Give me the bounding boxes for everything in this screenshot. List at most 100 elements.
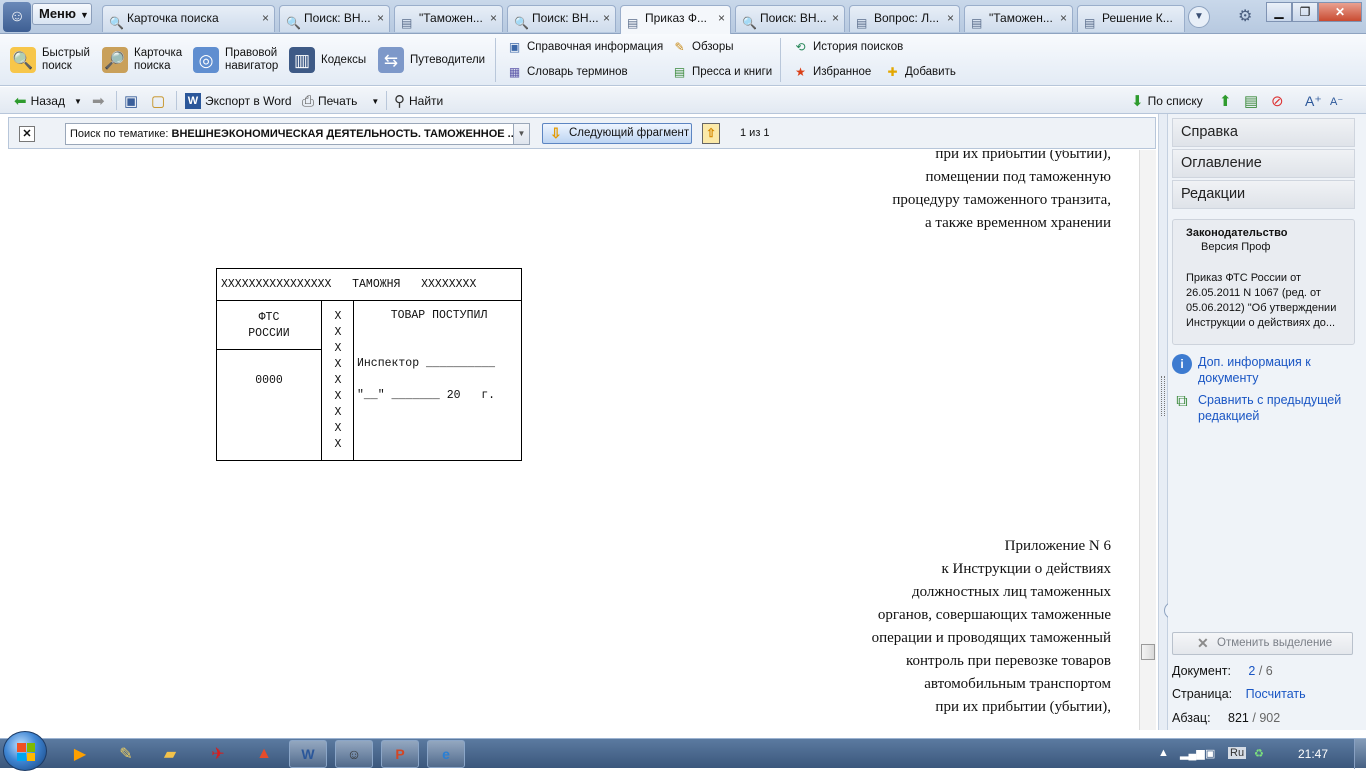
search-query-value: ВНЕШНЕЭКОНОМИЧЕСКАЯ ДЕЯТЕЛЬНОСТЬ. ТАМОЖЕ… (171, 128, 517, 140)
toolbar-divider (116, 91, 117, 110)
editions-button[interactable]: Редакции (1172, 180, 1355, 209)
dictionary-label: Словарь терминов (527, 66, 628, 78)
settings-icon[interactable]: ⚙ (1238, 6, 1252, 26)
document-scrollbar[interactable] (1139, 150, 1156, 730)
go-up-button[interactable]: ⬆ (1219, 91, 1232, 111)
acrobat-icon[interactable]: ▲ (252, 741, 276, 767)
recycle-icon[interactable]: ♻ (1254, 747, 1264, 760)
clock[interactable]: 21:47 (1298, 747, 1328, 761)
close-window-button[interactable]: ✕ (1318, 2, 1362, 22)
media-player-icon[interactable]: ▶ (68, 741, 92, 767)
search-query-combo[interactable]: Поиск по тематике: ВНЕШНЕЭКОНОМИЧЕСКАЯ Д… (65, 123, 530, 145)
explorer-icon[interactable]: ▰ (158, 741, 182, 767)
splitter-grip[interactable] (1161, 376, 1165, 416)
menu-button[interactable]: Меню ▼ (32, 3, 92, 25)
device-icon[interactable]: ▣ (1205, 747, 1215, 760)
add-bookmark-button[interactable]: ▤ (1244, 91, 1258, 111)
tab-label: Поиск: ВН... (760, 11, 827, 25)
by-list-button[interactable]: ⬇ По списку (1131, 91, 1203, 111)
toolbar-divider (176, 91, 177, 110)
network-icon[interactable]: ▂▄▆ (1180, 747, 1205, 760)
close-icon[interactable]: × (718, 6, 725, 30)
previous-fragment-button[interactable]: ⇧ (702, 123, 720, 144)
legal-navigator-button[interactable]: ◎ Правовой навигатор (193, 44, 283, 76)
language-indicator[interactable]: Ru (1228, 747, 1247, 759)
font-increase-button[interactable]: A⁺ (1305, 91, 1322, 111)
word-taskbar-icon[interactable]: W (289, 740, 327, 768)
tab-label: "Таможен... (419, 11, 483, 25)
tab-document-2[interactable]: ▤ "Таможен... × (964, 5, 1073, 32)
dictionary-icon: ▦ (508, 65, 521, 79)
back-button[interactable]: ⬅ Назад ▼ (14, 91, 82, 111)
help-button[interactable]: Справка (1172, 118, 1355, 147)
tab-search-card[interactable]: 🔍 Карточка поиска × (102, 5, 275, 32)
maximize-button[interactable]: ❐ (1292, 2, 1318, 22)
search-history-button[interactable]: ⟲ История поисков (793, 38, 903, 56)
tab-document-active[interactable]: ▤ Приказ Ф... × (620, 5, 731, 34)
remove-mark-button[interactable]: ⊘ (1271, 91, 1284, 111)
guides-button[interactable]: ⇆ Путеводители (378, 44, 485, 76)
save-button[interactable]: ▣ (124, 91, 138, 111)
next-fragment-button[interactable]: ⇩ Следующий фрагмент (542, 123, 692, 144)
reset-selection-button[interactable]: ✕ Отменить выделение (1172, 632, 1353, 655)
close-icon[interactable]: × (947, 6, 954, 30)
tray-expand-icon[interactable]: ▲ (1158, 747, 1169, 759)
legal-navigator-label: Правовой навигатор (225, 47, 279, 72)
reviews-button[interactable]: ✎ Обзоры (672, 38, 733, 56)
print-button[interactable]: ⎙ Печать ▼ (302, 91, 379, 111)
forward-button[interactable]: ➡ (92, 91, 105, 111)
quick-search-button[interactable]: 🔍 Быстрый поиск (10, 44, 92, 76)
contents-button[interactable]: Оглавление (1172, 149, 1355, 178)
doc-text-line: должностных лиц таможенных (911, 584, 1111, 600)
tab-search-1[interactable]: 🔍 Поиск: ВН... × (279, 5, 390, 32)
powerpoint-taskbar-icon[interactable]: P (381, 740, 419, 768)
copy-folder-button[interactable]: ▢ (151, 91, 165, 111)
minimize-button[interactable]: ▁ (1266, 2, 1292, 22)
favorites-label: Избранное (813, 66, 872, 78)
tools-icon[interactable]: ✎ (114, 741, 138, 767)
toolbar-divider (780, 38, 781, 82)
tab-search-3[interactable]: 🔍 Поиск: ВН... × (735, 5, 845, 32)
tab-label: Вопрос: Л... (874, 11, 940, 25)
search-query-dropdown[interactable]: ▼ (513, 124, 529, 144)
tab-question[interactable]: ▤ Вопрос: Л... × (849, 5, 960, 32)
codes-label: Кодексы (321, 53, 367, 66)
page-position: Страница: Посчитать (1172, 687, 1306, 701)
count-pages-link[interactable]: Посчитать (1246, 687, 1306, 701)
panel-splitter[interactable] (1158, 114, 1168, 730)
close-icon[interactable]: × (262, 6, 269, 30)
font-decrease-button[interactable]: A⁻ (1330, 91, 1343, 111)
add-favorite-button[interactable]: ✚ Добавить (885, 63, 955, 81)
find-button[interactable]: ⚲ Найти (394, 91, 443, 111)
start-button[interactable] (3, 731, 47, 771)
close-icon[interactable]: × (490, 6, 497, 30)
search-card-button[interactable]: 🔎 Карточка поиска (102, 44, 188, 76)
pdf-reader-icon[interactable]: ✈ (206, 741, 230, 767)
codes-button[interactable]: ▥ Кодексы (289, 44, 366, 76)
press-books-button[interactable]: ▤ Пресса и книги (672, 63, 772, 81)
show-desktop-button[interactable] (1354, 739, 1366, 769)
scrollbar-thumb[interactable] (1141, 644, 1155, 660)
consultant-taskbar-icon[interactable]: ☺ (335, 740, 373, 768)
dictionary-button[interactable]: ▦ Словарь терминов (507, 63, 628, 81)
internet-explorer-icon[interactable]: e (427, 740, 465, 768)
more-info-link[interactable]: i Доп. информация к документу (1172, 354, 1348, 386)
reference-info-button[interactable]: ▣ Справочная информация (507, 38, 663, 56)
compare-link[interactable]: ⧉ Сравнить с предыдущей редакцией (1172, 392, 1358, 424)
tab-search-2[interactable]: 🔍 Поиск: ВН... × (507, 5, 616, 32)
card-title: Законодательство (1186, 227, 1288, 239)
tab-decision[interactable]: ▤ Решение К... (1077, 5, 1185, 32)
tab-document-1[interactable]: ▤ "Таможен... × (394, 5, 503, 32)
close-icon[interactable]: × (1060, 6, 1067, 30)
close-icon[interactable]: × (603, 6, 610, 30)
print-label: Печать (318, 94, 358, 108)
close-search-button[interactable]: ✕ (19, 126, 35, 142)
export-word-button[interactable]: W Экспорт в Word (185, 91, 292, 111)
close-icon[interactable]: × (377, 6, 384, 30)
favorites-button[interactable]: ★ Избранное (793, 63, 871, 81)
tabs-more-button[interactable]: ▼ (1188, 6, 1210, 28)
close-icon[interactable]: × (832, 6, 839, 30)
document-toolbar: ⬅ Назад ▼ ➡ ▣ ▢ W Экспорт в Word ⎙ Печать ▼ ⚲… (0, 87, 1366, 114)
document-info-card[interactable]: Законодательство Версия Проф Приказ ФТС … (1172, 219, 1355, 345)
arrow-down-icon: ⇩ (550, 125, 562, 141)
